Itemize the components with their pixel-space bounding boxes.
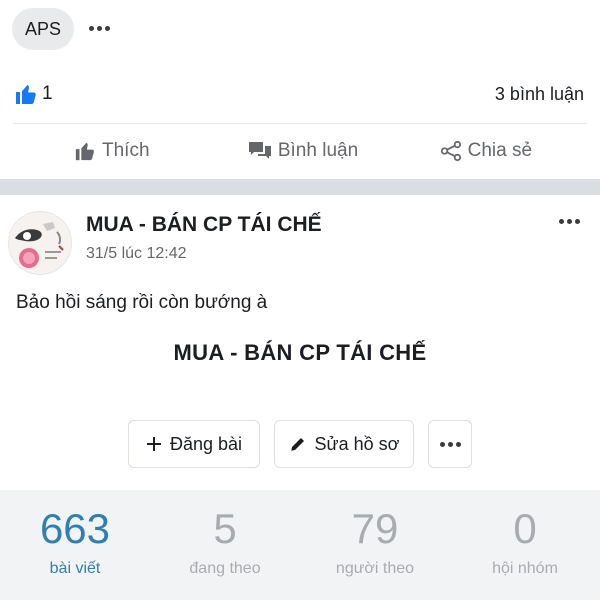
more-icon-dot	[455, 441, 461, 447]
post-more-button[interactable]	[559, 219, 580, 224]
share-button[interactable]: Chia sẻ	[379, 126, 600, 176]
more-icon	[88, 25, 94, 31]
like-label: Thích	[102, 140, 150, 161]
more-icon	[439, 441, 445, 447]
stat-groups[interactable]: 0 hội nhóm	[450, 490, 600, 600]
like-summary[interactable]: 1	[14, 82, 53, 106]
comment-button[interactable]: Bình luận	[227, 126, 380, 176]
stat-followers[interactable]: 79 người theo	[300, 490, 450, 600]
stat-value: 79	[351, 505, 399, 552]
edit-profile-button[interactable]: Sửa hồ sơ	[274, 420, 414, 468]
post-header: MUA - BÁN CP TÁI CHẾ 31/5 lúc 12:42	[0, 205, 600, 275]
profile-stats: 663 bài viết 5 đang theo 79 người theo 0…	[0, 490, 600, 600]
avatar-image	[9, 212, 71, 274]
comment-label: Bình luận	[277, 140, 359, 161]
more-options-button[interactable]	[84, 14, 114, 42]
top-bar: APS	[0, 0, 600, 60]
stat-following[interactable]: 5 đang theo	[150, 490, 300, 600]
stat-value: 663	[39, 505, 111, 552]
edit-profile-label: Sửa hồ sơ	[314, 433, 400, 454]
stat-label: hội nhóm	[492, 560, 558, 577]
stat-value: 5	[213, 505, 237, 552]
profile-actions: Đăng bài Sửa hồ sơ	[0, 420, 600, 470]
post-text: Bảo hồi sáng rồi còn bướng à	[16, 292, 268, 313]
more-icon-dot	[567, 219, 572, 224]
section-separator	[0, 179, 600, 195]
thumbs-up-icon	[75, 142, 94, 161]
stat-label: người theo	[335, 560, 415, 577]
comment-count[interactable]: 3 bình luận	[495, 84, 584, 105]
create-post-button[interactable]: Đăng bài	[128, 420, 260, 468]
post-timestamp[interactable]: 31/5 lúc 12:42	[86, 245, 187, 263]
page-name[interactable]: MUA - BÁN CP TÁI CHẾ	[86, 213, 322, 237]
pencil-icon	[290, 438, 304, 451]
like-count: 1	[42, 83, 53, 104]
stat-label: bài viết	[49, 560, 101, 577]
stat-posts[interactable]: 663 bài viết	[0, 490, 150, 600]
aps-chip[interactable]: APS	[12, 8, 74, 50]
create-post-label: Đăng bài	[169, 433, 243, 454]
chat-bubble-icon	[248, 142, 271, 159]
share-icon	[440, 140, 461, 162]
thumbs-up-icon	[16, 85, 36, 104]
like-button[interactable]: Thích	[0, 126, 227, 176]
more-icon-dot	[104, 25, 110, 31]
profile-title: MUA - BÁN CP TÁI CHẾ	[173, 340, 427, 365]
more-icon-dot	[575, 219, 580, 224]
share-label: Chia sẻ	[467, 140, 533, 161]
more-icon	[559, 219, 564, 224]
divider	[14, 123, 586, 124]
stat-label: đang theo	[189, 560, 261, 577]
more-icon-dot	[96, 25, 102, 31]
more-icon-dot	[447, 441, 453, 447]
stat-value: 0	[513, 505, 537, 552]
reaction-summary: 1 3 bình luận	[0, 78, 600, 114]
plus-icon	[146, 437, 161, 451]
profile-more-button[interactable]	[428, 420, 472, 468]
post-action-bar: Thích Bình luận Chia sẻ	[0, 126, 600, 176]
page-avatar[interactable]	[8, 211, 72, 275]
